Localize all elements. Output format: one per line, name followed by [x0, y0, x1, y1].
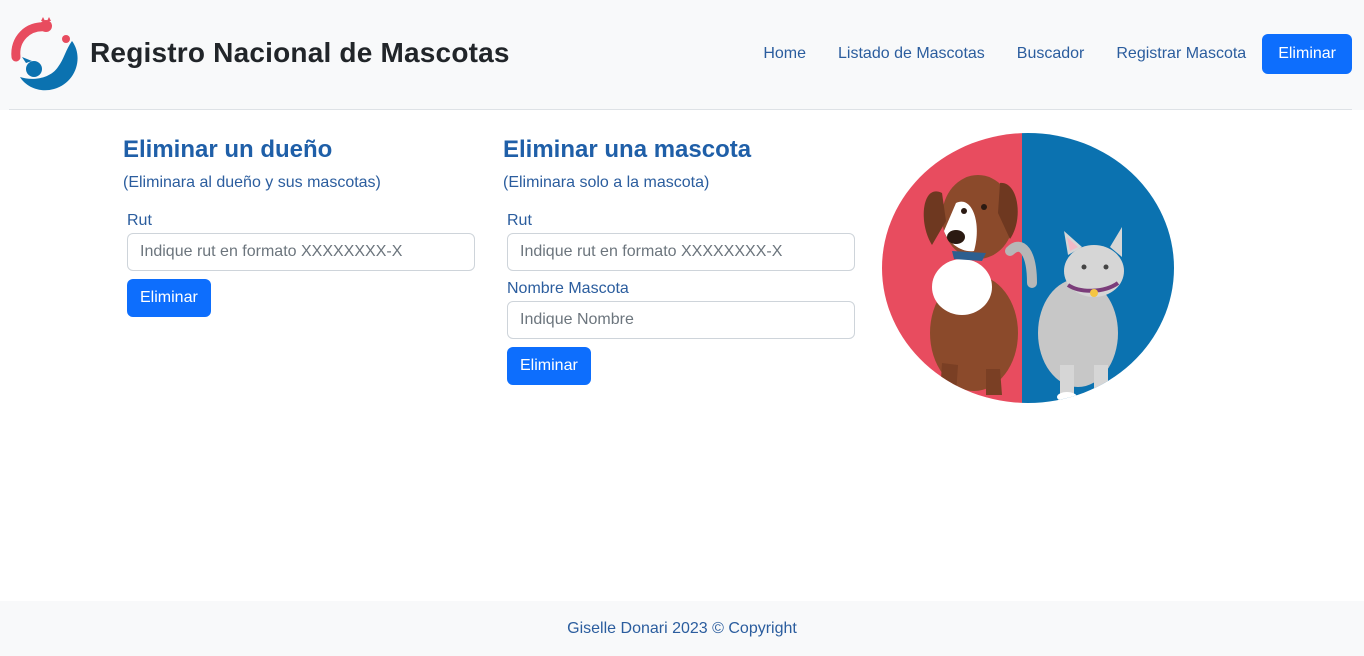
- nav-home[interactable]: Home: [747, 34, 822, 74]
- footer: Giselle Donari 2023 © Copyright: [0, 601, 1364, 656]
- nav-eliminar-button[interactable]: Eliminar: [1262, 34, 1352, 74]
- dog-and-cat-illustration: [882, 133, 1174, 403]
- delete-owner-form: Eliminar un dueño (Eliminara al dueño y …: [123, 134, 475, 317]
- owner-rut-label: Rut: [127, 212, 152, 229]
- navbar-divider: [9, 109, 1352, 110]
- footer-copyright: Giselle Donari 2023 © Copyright: [567, 620, 797, 637]
- pet-name-label: Nombre Mascota: [507, 280, 629, 297]
- owner-rut-input[interactable]: [127, 233, 475, 271]
- main-nav: Home Listado de Mascotas Buscador Regist…: [747, 34, 1352, 74]
- nav-buscador[interactable]: Buscador: [1001, 34, 1101, 74]
- pet-rut-label: Rut: [507, 212, 532, 229]
- delete-pet-button[interactable]: Eliminar: [507, 347, 591, 385]
- pet-logo-icon[interactable]: [10, 17, 82, 93]
- nav-registrar-mascota[interactable]: Registrar Mascota: [1100, 34, 1262, 74]
- pet-rut-input[interactable]: [507, 233, 855, 271]
- delete-pet-title: Eliminar una mascota: [503, 136, 752, 163]
- delete-owner-title: Eliminar un dueño: [123, 136, 333, 163]
- delete-pet-form: Eliminar una mascota (Eliminara solo a l…: [503, 134, 855, 385]
- navbar: Registro Nacional de Mascotas Home Lista…: [0, 0, 1364, 110]
- delete-owner-button[interactable]: Eliminar: [127, 279, 211, 317]
- delete-owner-subtitle: (Eliminara al dueño y sus mascotas): [123, 174, 381, 191]
- delete-pet-subtitle: (Eliminara solo a la mascota): [503, 174, 710, 191]
- nav-listado-mascotas[interactable]: Listado de Mascotas: [822, 34, 1001, 74]
- pet-name-input[interactable]: [507, 301, 855, 339]
- brand-title[interactable]: Registro Nacional de Mascotas: [90, 37, 510, 69]
